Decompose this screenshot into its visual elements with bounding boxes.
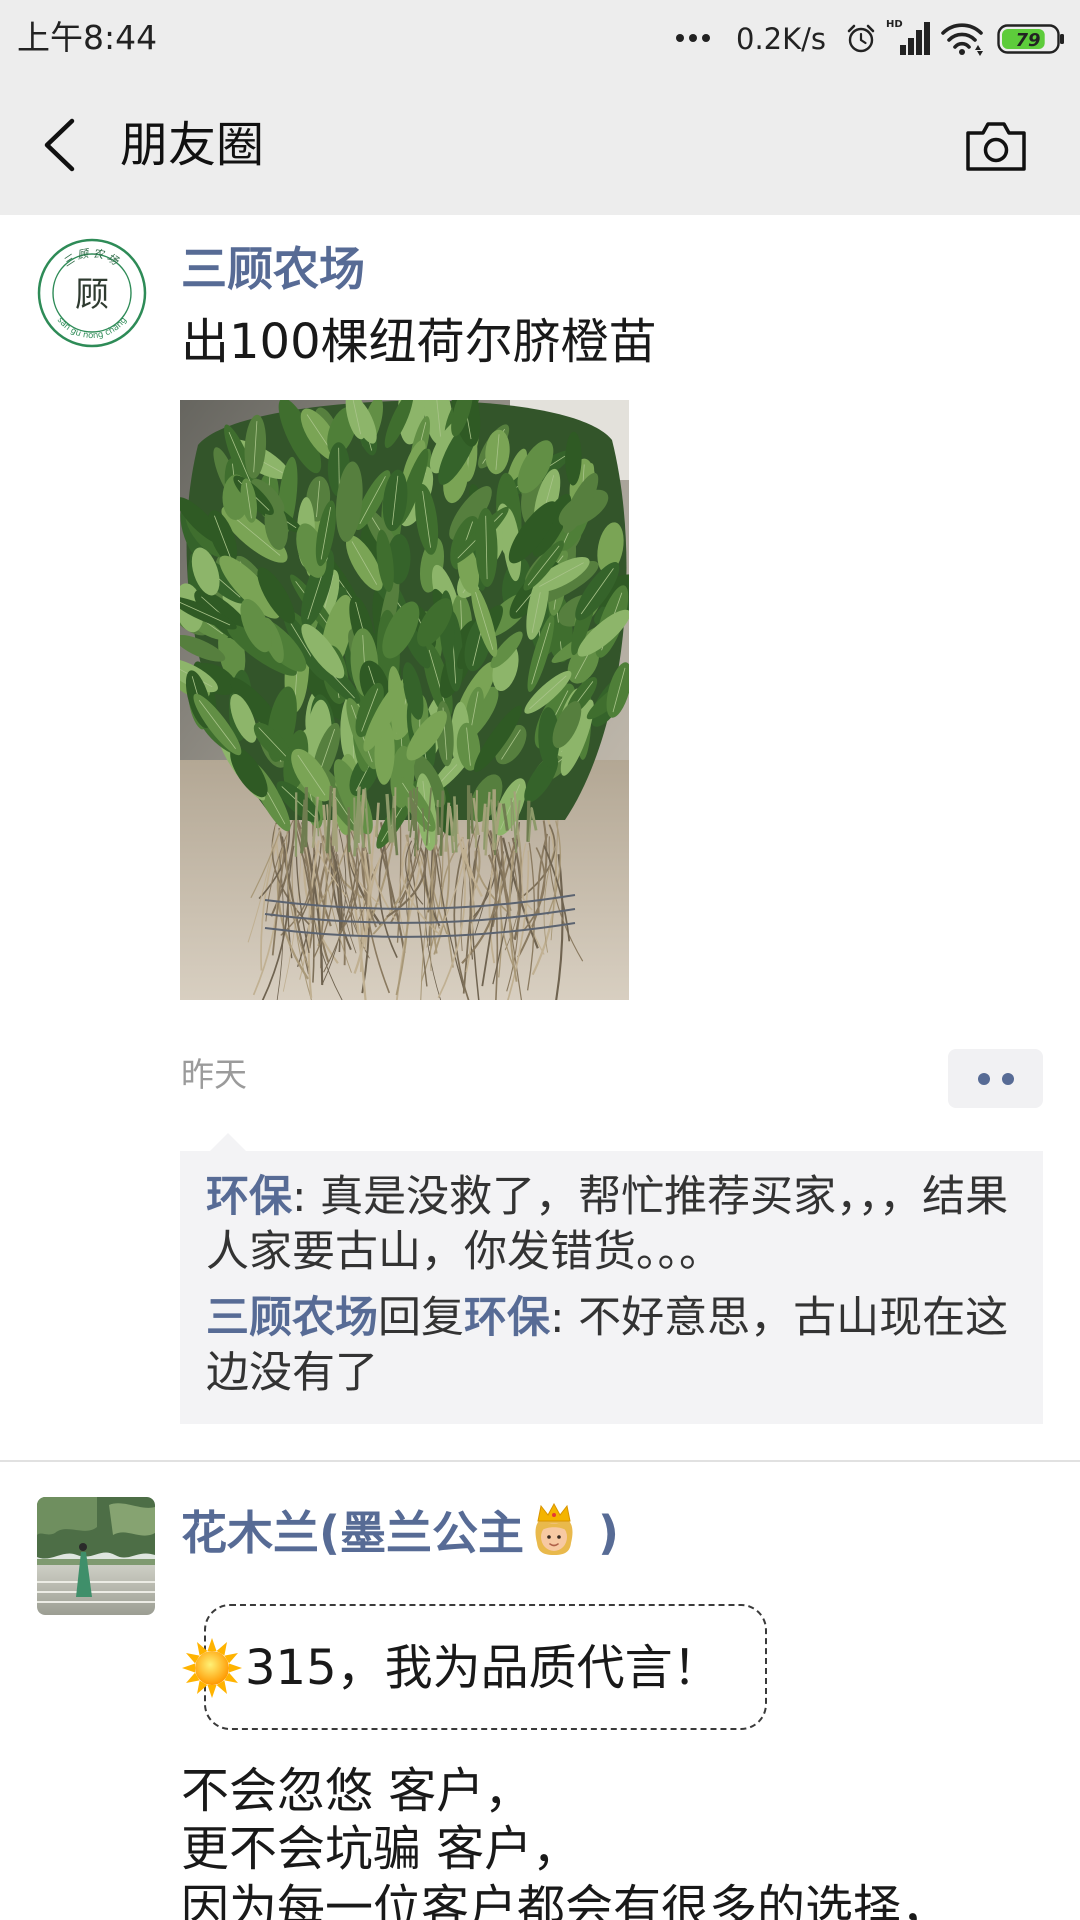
post-image[interactable] <box>180 400 629 1000</box>
stem <box>304 787 308 848</box>
comment-item[interactable]: 环保: 真是没救了，帮忙推荐买家，，，结果人家要古山，你发错货。。。 <box>206 1170 1017 1280</box>
author-name-text: ) <box>582 1506 620 1560</box>
status-bar: 上午8:44 0.2K/s HD 79 <box>0 0 1080 76</box>
page-title: 朋友圈 <box>120 117 265 173</box>
hd-signal-icon: HD <box>886 19 930 55</box>
battery-label: 79 <box>1015 30 1040 51</box>
stem <box>453 796 458 853</box>
alarm-clock-icon <box>847 24 875 53</box>
comment-box-pointer <box>210 1133 246 1151</box>
wifi-icon <box>941 23 983 56</box>
post-text-line: 更不会坑骗 客户， <box>181 1821 581 1877</box>
post-text: 出100棵纽荷尔脐橙苗 <box>181 314 657 370</box>
princess-emoji-icon <box>535 1503 573 1555</box>
post-author-name[interactable]: 花木兰(墨兰公主 ) <box>181 1503 619 1563</box>
post-text-line: 因为每一位客户都会有很多的选择， <box>181 1880 950 1920</box>
back-chevron-icon[interactable] <box>40 117 80 173</box>
stem <box>474 790 478 848</box>
moments-screen: 上午8:44 0.2K/s HD 79 朋友圈 三顾农场 顾 san gu no… <box>0 0 1080 1920</box>
reply-target[interactable]: 环保 <box>464 1293 550 1343</box>
author-name-text: 花木兰(墨兰公主 <box>181 1506 525 1560</box>
svg-text:顾: 顾 <box>75 275 109 315</box>
comment-box: 环保: 真是没救了，帮忙推荐买家，，，结果人家要古山，你发错货。。。 三顾农场回… <box>180 1151 1043 1424</box>
camera-icon[interactable] <box>964 119 1028 173</box>
highlight-text: 315，我为品质代言！ <box>245 1640 721 1696</box>
post-divider <box>0 1460 1080 1462</box>
farm-logo-avatar[interactable]: 三顾农场 顾 san gu nong chang <box>37 238 147 348</box>
stem <box>407 797 410 832</box>
stem <box>436 807 440 836</box>
comment-item[interactable]: 三顾农场回复环保: 不好意思，古山现在这边没有了 <box>206 1291 1017 1401</box>
sun-emoji-icon <box>182 1638 242 1698</box>
post-text-line: 不会忽悠 客户， <box>181 1763 533 1819</box>
comment-author[interactable]: 环保 <box>206 1172 292 1222</box>
reply-word: 回复 <box>378 1293 464 1343</box>
post-timestamp: 昨天 <box>181 1055 247 1094</box>
comment-separator: : <box>550 1293 579 1343</box>
battery-icon: 79 <box>997 24 1064 54</box>
more-dots-icon <box>676 34 710 42</box>
stem <box>347 807 351 853</box>
more-actions-button[interactable] <box>948 1049 1043 1108</box>
comment-author[interactable]: 三顾农场 <box>206 1293 378 1343</box>
svg-text:HD: HD <box>886 19 903 30</box>
network-speed: 0.2K/s <box>736 22 827 56</box>
post-author-name[interactable]: 三顾农场 <box>181 239 365 299</box>
stem <box>331 787 336 846</box>
comment-separator: : <box>292 1172 321 1222</box>
status-time: 上午8:44 <box>17 18 158 57</box>
garden-photo-avatar[interactable] <box>37 1497 155 1615</box>
orange-seedling-bundle-photo <box>180 400 629 1000</box>
more-actions-icon <box>978 1073 1014 1085</box>
comment-text: 真是没救了，帮忙推荐买家，，，结果人家要古山，你发错货。。。 <box>206 1172 1009 1277</box>
top-navigation-bar: 朋友圈 <box>0 76 1080 215</box>
